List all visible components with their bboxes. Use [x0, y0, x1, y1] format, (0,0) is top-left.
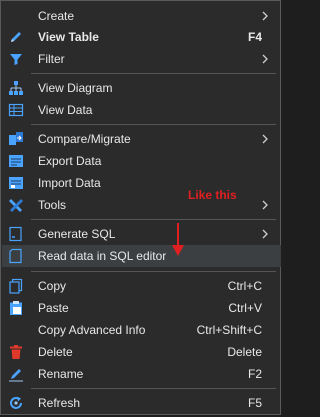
menu-item-view-table[interactable]: View Table F4	[2, 26, 281, 48]
tools-icon	[9, 199, 23, 212]
menu-item-label: View Data	[38, 103, 93, 117]
data-grid-icon	[8, 103, 24, 117]
menu-item-label: Create	[38, 9, 75, 23]
refresh-icon	[10, 396, 22, 409]
menu-item-label: Read data in SQL editor	[38, 249, 167, 263]
menu-item-paste[interactable]: Paste Ctrl+V	[2, 297, 281, 319]
export-icon	[9, 155, 23, 167]
menu-item-label: View Table	[38, 30, 99, 44]
menu-item-rename[interactable]: Rename F2	[2, 363, 281, 385]
copy-icon	[9, 278, 23, 294]
shortcut-text: F5	[247, 396, 262, 410]
paste-icon	[10, 301, 22, 315]
diagram-icon	[9, 81, 23, 95]
submenu-arrow-icon	[262, 229, 268, 239]
annotation-text: Like this	[188, 188, 237, 202]
pencil-icon	[11, 32, 21, 42]
trash-icon	[10, 345, 22, 359]
shortcut-text: Ctrl+C	[227, 279, 262, 293]
menu-item-label: Refresh	[38, 396, 81, 410]
compare-icon	[9, 132, 23, 145]
menu-item-view-diagram[interactable]: View Diagram	[2, 77, 281, 99]
menu-item-label: Generate SQL	[38, 227, 116, 241]
separator	[31, 271, 276, 272]
menu-item-copy-advanced-info[interactable]: Copy Advanced Info Ctrl+Shift+C	[2, 319, 281, 341]
menu-item-export-data[interactable]: Export Data	[2, 150, 281, 172]
separator	[31, 219, 276, 220]
shortcut-text: Ctrl+V	[228, 301, 262, 315]
sql-icon	[9, 226, 22, 242]
menu-item-copy[interactable]: Copy Ctrl+C	[2, 275, 281, 297]
menu-item-label: Copy	[38, 279, 67, 293]
shortcut-text: Ctrl+Shift+C	[196, 323, 262, 337]
submenu-arrow-icon	[262, 134, 268, 144]
menu-item-label: Tools	[38, 198, 67, 212]
menu-item-create[interactable]: Create	[2, 5, 281, 27]
menu-item-read-data-in-sql-editor[interactable]: Read data in SQL editor	[2, 245, 281, 267]
menu-item-refresh[interactable]: Refresh F5	[2, 392, 281, 414]
submenu-arrow-icon	[262, 11, 268, 21]
menu-item-filter[interactable]: Filter	[2, 48, 281, 70]
context-menu: Create View Table F4 Filter View Diagram	[0, 0, 281, 415]
rename-icon	[9, 369, 23, 382]
shortcut-text: F4	[247, 30, 262, 44]
separator	[31, 388, 276, 389]
annotation-arrow-icon	[172, 223, 184, 256]
menu-item-label: Import Data	[38, 176, 101, 190]
menu-item-label: Compare/Migrate	[38, 132, 131, 146]
menu-item-tools[interactable]: Tools	[2, 194, 281, 216]
sql-editor-icon	[9, 248, 22, 264]
submenu-arrow-icon	[262, 200, 268, 210]
menu-item-label: Copy Advanced Info	[38, 323, 146, 337]
menu-item-label: Rename	[38, 367, 84, 381]
menu-item-label: Export Data	[38, 154, 102, 168]
menu-item-compare-migrate[interactable]: Compare/Migrate	[2, 128, 281, 150]
import-icon	[9, 177, 23, 189]
separator	[31, 124, 276, 125]
menu-item-generate-sql[interactable]: Generate SQL	[2, 223, 281, 245]
menu-item-import-data[interactable]: Import Data	[2, 172, 281, 194]
filter-icon	[10, 54, 22, 65]
menu-item-delete[interactable]: Delete Delete	[2, 341, 281, 363]
submenu-arrow-icon	[262, 54, 268, 64]
shortcut-text: F2	[247, 367, 262, 381]
menu-item-view-data[interactable]: View Data	[2, 99, 281, 121]
menu-item-label: Delete	[38, 345, 73, 359]
menu-item-label: View Diagram	[38, 81, 113, 95]
menu-item-label: Filter	[38, 52, 65, 66]
shortcut-text: Delete	[227, 345, 262, 359]
menu-item-label: Paste	[38, 301, 69, 315]
separator	[31, 73, 276, 74]
